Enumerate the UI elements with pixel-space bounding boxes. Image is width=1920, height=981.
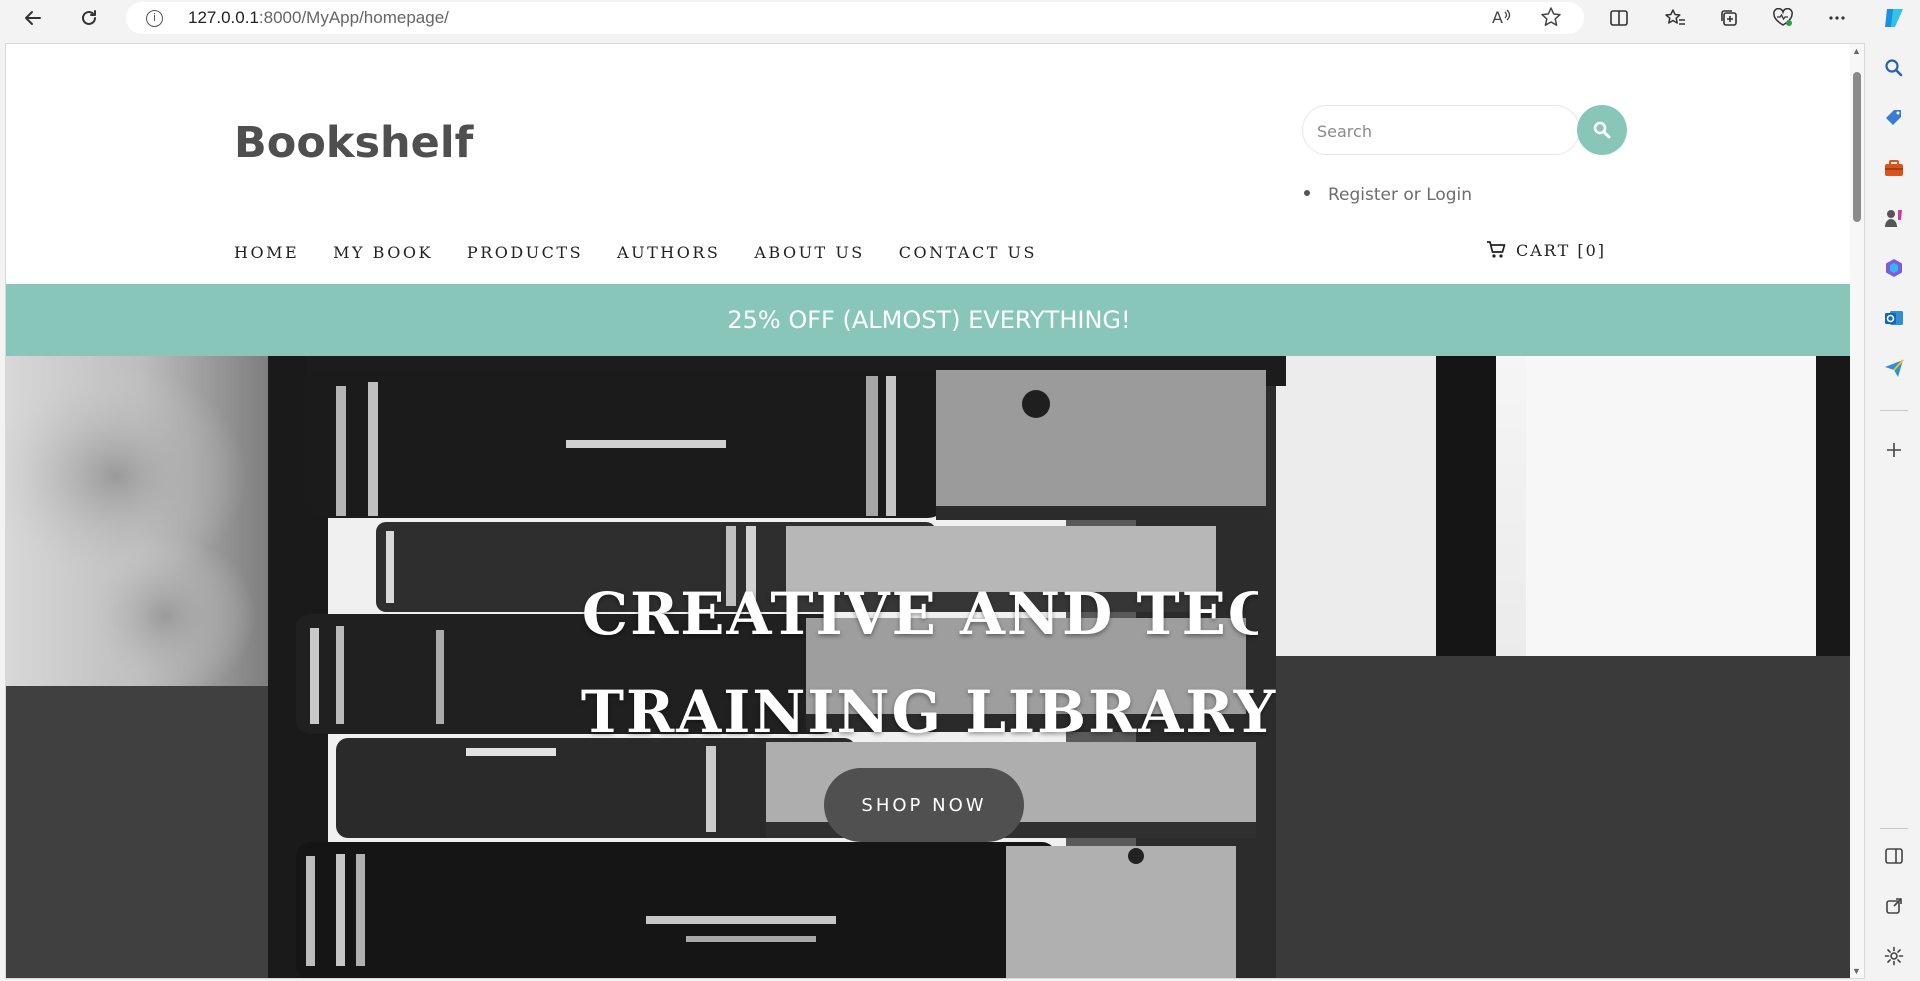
back-icon[interactable]: [16, 4, 50, 32]
bullet-dot: [1304, 190, 1310, 196]
nav-my-book[interactable]: MY BOOK: [333, 243, 433, 262]
search-box: [1302, 105, 1580, 155]
browser-toolbar: i 127.0.0.1:8000/MyApp/homepage/ A: [0, 0, 1920, 36]
add-icon[interactable]: [1880, 436, 1908, 464]
collections-icon[interactable]: [1712, 4, 1746, 32]
site-title[interactable]: Bookshelf: [234, 118, 473, 168]
cart-link[interactable]: CART [0]: [1486, 240, 1606, 260]
scroll-down-icon[interactable]: ▼: [1852, 966, 1861, 976]
nav-contact-us[interactable]: CONTACT US: [899, 243, 1037, 262]
shop-now-button[interactable]: SHOP NOW: [824, 768, 1024, 842]
promo-text: 25% OFF (ALMOST) EVERYTHING!: [727, 306, 1131, 334]
nav-authors[interactable]: AUTHORS: [617, 243, 720, 262]
register-login-link[interactable]: Register or Login: [1328, 185, 1472, 205]
outlook-icon[interactable]: [1880, 304, 1908, 332]
nav-products[interactable]: PRODUCTS: [467, 243, 583, 262]
sidebar-panel-icon[interactable]: [1880, 842, 1908, 870]
sidebar-divider: [1880, 410, 1908, 411]
browser-sidebar: [1868, 0, 1920, 981]
shopping-tag-icon[interactable]: [1880, 104, 1908, 132]
hero-banner: CREATIVE AND TEC TRAINING LIBRARY SHOP N…: [6, 356, 1852, 978]
account-list-item: Register or Login: [1304, 185, 1472, 205]
cart-icon: [1487, 241, 1506, 258]
search-input[interactable]: [1317, 118, 1537, 144]
search-icon: [1593, 121, 1611, 139]
search-icon[interactable]: [1880, 54, 1908, 82]
send-drop-icon[interactable]: [1880, 354, 1908, 382]
settings-gear-icon[interactable]: [1880, 942, 1908, 970]
page-scrollbar[interactable]: ▲ ▼: [1850, 44, 1864, 978]
scroll-thumb[interactable]: [1853, 72, 1861, 222]
microsoft365-icon[interactable]: [1880, 254, 1908, 282]
split-screen-icon[interactable]: [1602, 4, 1636, 32]
read-aloud-icon[interactable]: A: [1490, 6, 1512, 33]
browser-essentials-icon[interactable]: [1766, 4, 1800, 32]
favorites-icon[interactable]: [1658, 4, 1692, 32]
nav-home[interactable]: HOME: [234, 243, 299, 262]
refresh-icon[interactable]: [72, 4, 106, 32]
hero-title-line1: CREATIVE AND TEC: [581, 584, 1258, 644]
open-external-icon[interactable]: [1880, 892, 1908, 920]
favorite-star-icon[interactable]: [1540, 6, 1562, 33]
page-viewport: Bookshelf Register or Login HOME MY BOOK…: [5, 43, 1865, 979]
search-button[interactable]: [1577, 105, 1627, 155]
hero-title-line2: TRAINING LIBRARY: [580, 678, 1278, 746]
svg-text:A: A: [1492, 8, 1503, 27]
more-options-icon[interactable]: [1820, 4, 1854, 32]
scroll-up-icon[interactable]: ▲: [1852, 46, 1861, 56]
site-info-icon[interactable]: i: [146, 10, 163, 27]
tools-briefcase-icon[interactable]: [1880, 154, 1908, 182]
copilot-icon[interactable]: [1880, 4, 1908, 32]
sidebar-divider: [1880, 828, 1908, 829]
hero-title-line1-clip: CREATIVE AND TEC: [546, 584, 1258, 644]
nav-about-us[interactable]: ABOUT US: [754, 243, 864, 262]
address-bar[interactable]: i 127.0.0.1:8000/MyApp/homepage/ A: [126, 2, 1584, 34]
main-nav: HOME MY BOOK PRODUCTS AUTHORS ABOUT US C…: [234, 243, 1071, 262]
cart-label: CART [0]: [1516, 240, 1606, 260]
hero-books-image: [6, 356, 1852, 978]
url-text[interactable]: 127.0.0.1:8000/MyApp/homepage/: [188, 8, 449, 28]
games-icon[interactable]: [1880, 204, 1908, 232]
promo-banner: 25% OFF (ALMOST) EVERYTHING!: [6, 284, 1852, 356]
